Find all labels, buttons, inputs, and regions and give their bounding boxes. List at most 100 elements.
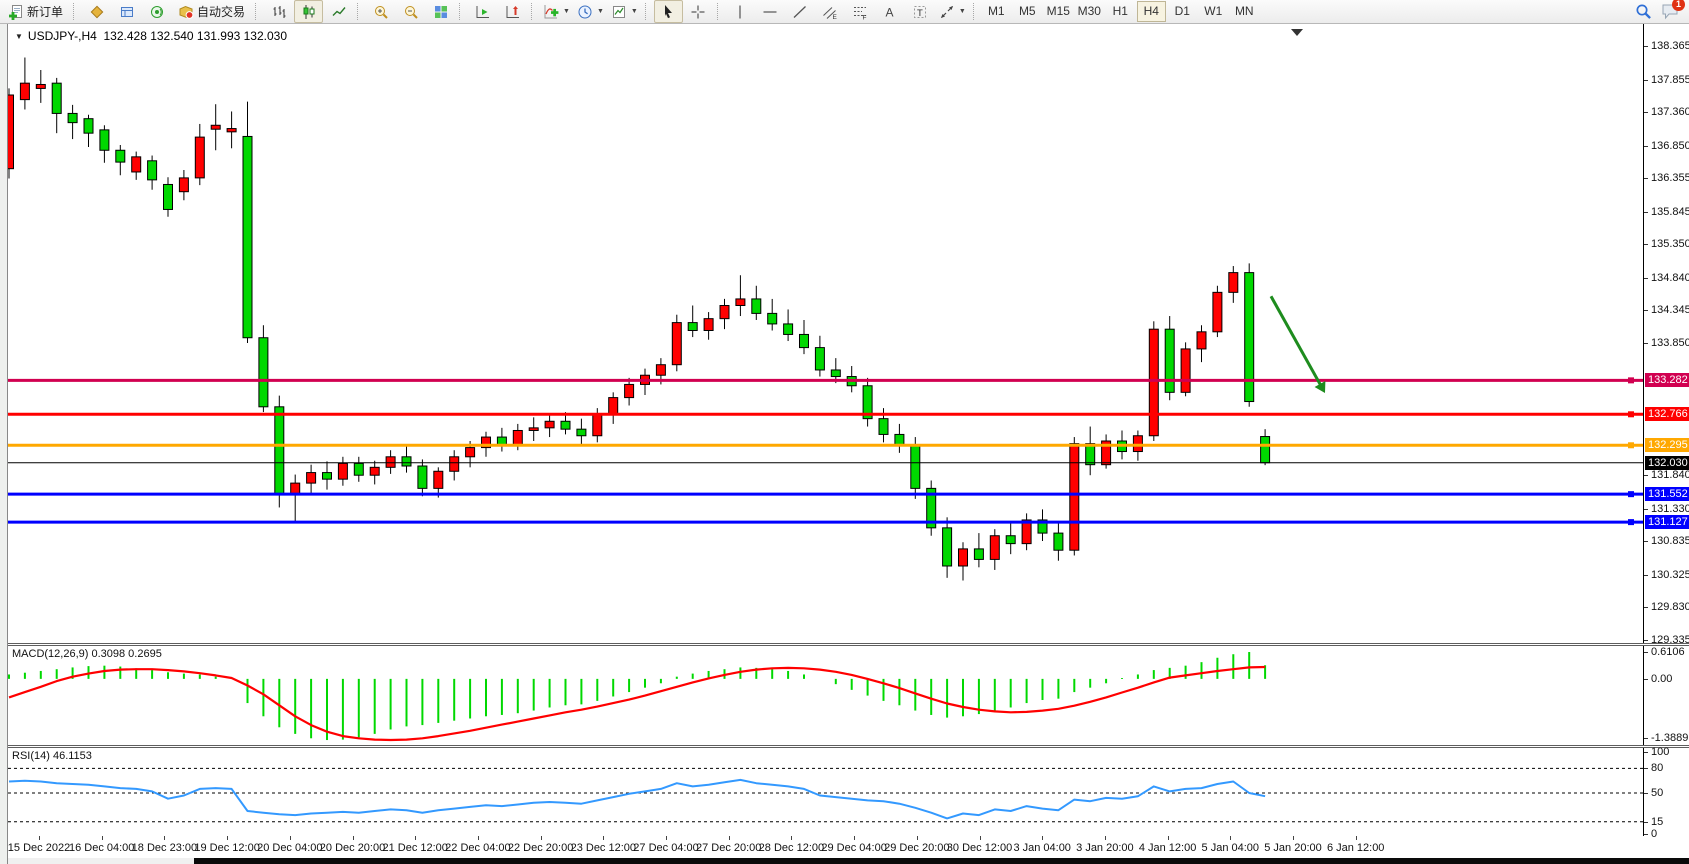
equidistant-channel-icon: E: [822, 4, 838, 20]
time-axis-tick-mark: [854, 836, 855, 840]
bull-candle: [195, 137, 204, 178]
bear-candle: [895, 434, 904, 445]
history-center-button[interactable]: [82, 0, 111, 23]
bull-candle: [736, 299, 745, 306]
zoom-out-button[interactable]: [396, 0, 425, 23]
search-icon[interactable]: [1635, 3, 1652, 20]
chart-shift-marker-icon[interactable]: [1291, 29, 1303, 36]
bear-candle: [100, 130, 109, 150]
bear-candle: [577, 429, 586, 436]
gold-gem-icon: [89, 4, 105, 20]
bear-candle: [688, 323, 697, 331]
bear-candle: [768, 313, 777, 324]
autotrading-button[interactable]: 自动交易: [172, 0, 251, 23]
tile-windows-icon: [433, 4, 449, 20]
auto-scroll-button[interactable]: [468, 0, 497, 23]
time-axis-label: 20 Dec 04:00: [257, 842, 322, 854]
trend-arrow-annotation[interactable]: [1271, 296, 1321, 386]
crosshair-tool-button[interactable]: [684, 0, 713, 23]
chart-title[interactable]: ▼USDJPY-,H4 132.428 132.540 131.993 132.…: [15, 29, 287, 43]
time-axis-label: 27 Dec 04:00: [633, 842, 698, 854]
new-order-button[interactable]: 新订单: [2, 0, 69, 23]
bar-chart-button[interactable]: [264, 0, 293, 23]
timeframe-button-m1[interactable]: M1: [982, 1, 1011, 22]
bear-candle: [561, 421, 570, 429]
line-chart-button[interactable]: [324, 0, 353, 23]
bull-candle: [1070, 444, 1079, 551]
trendline-icon: [792, 4, 808, 20]
bear-candle: [323, 473, 332, 480]
channel-tool-button[interactable]: E: [816, 0, 845, 23]
new-order-label: 新订单: [27, 3, 63, 20]
bull-candle: [20, 83, 29, 99]
bull-candle: [227, 129, 236, 132]
timeframe-button-d1[interactable]: D1: [1168, 1, 1197, 22]
bull-candle: [466, 448, 475, 457]
vertical-line-tool-button[interactable]: [726, 0, 755, 23]
bull-candle: [211, 125, 220, 129]
bull-candle: [990, 536, 999, 560]
time-axis-tick-mark: [791, 836, 792, 840]
bull-candle: [513, 430, 522, 444]
text-icon: A: [882, 4, 898, 20]
macd-plot[interactable]: [8, 646, 1644, 745]
zoom-in-button[interactable]: [366, 0, 395, 23]
time-axis-label: 23 Dec 12:00: [571, 842, 636, 854]
cursor-icon: [660, 4, 676, 20]
timeframe-button-mn[interactable]: MN: [1230, 1, 1259, 22]
text-label-tool-button[interactable]: T: [906, 0, 935, 23]
time-axis-label: 5 Jan 20:00: [1264, 842, 1322, 854]
green-signal-icon: [149, 4, 165, 20]
indicators-button[interactable]: ▼: [540, 0, 573, 23]
timeframe-button-m30[interactable]: M30: [1075, 1, 1104, 22]
autotrading-icon: [178, 4, 194, 20]
time-axis-label: 29 Dec 04:00: [821, 842, 886, 854]
time-axis-label: 19 Dec 12:00: [194, 842, 259, 854]
main-toolbar: 新订单 自动交易 ▼ ▼: [0, 0, 1689, 24]
arrows-tool-button[interactable]: ▼: [936, 0, 969, 23]
bull-candle: [1213, 292, 1222, 331]
horizontal-line-tool-button[interactable]: [756, 0, 785, 23]
bull-candle: [8, 95, 14, 169]
timeframe-button-h1[interactable]: H1: [1106, 1, 1135, 22]
signals-button[interactable]: [142, 0, 171, 23]
trendline-tool-button[interactable]: [786, 0, 815, 23]
main-chart-plot[interactable]: [8, 24, 1644, 643]
bear-candle: [275, 407, 284, 494]
bear-candle: [831, 370, 840, 377]
bear-candle: [1261, 437, 1270, 463]
bull-candle: [179, 178, 188, 192]
timeframe-button-m15[interactable]: M15: [1044, 1, 1073, 22]
bear-candle: [497, 437, 506, 445]
time-axis-tick-mark: [666, 836, 667, 840]
template-icon: [611, 4, 627, 20]
time-axis-tick-mark: [478, 836, 479, 840]
market-watch-button[interactable]: [112, 0, 141, 23]
timeframe-button-h4[interactable]: H4: [1137, 1, 1166, 22]
timeframe-button-w1[interactable]: W1: [1199, 1, 1228, 22]
bear-candle: [1054, 533, 1063, 550]
templates-button[interactable]: ▼: [608, 0, 641, 23]
time-axis-label: 18 Dec 23:00: [132, 842, 197, 854]
bull-candle: [338, 463, 347, 479]
timeframe-button-m5[interactable]: M5: [1013, 1, 1042, 22]
fibonacci-tool-button[interactable]: F: [846, 0, 875, 23]
time-axis-label: 15 Dec 2022: [8, 842, 70, 854]
time-axis-tick-mark: [164, 836, 165, 840]
window-bottom-edge: [8, 858, 1689, 864]
text-tool-button[interactable]: A: [876, 0, 905, 23]
dropdown-caret: ▼: [959, 8, 966, 15]
notification-badge: 1: [1672, 0, 1685, 11]
fibonacci-icon: F: [852, 4, 868, 20]
periods-button[interactable]: ▼: [574, 0, 607, 23]
chart-title-text: USDJPY-,H4 132.428 132.540 131.993 132.0…: [28, 29, 287, 43]
notifications-button[interactable]: 1: [1661, 3, 1681, 21]
bull-candle: [609, 398, 618, 415]
tile-windows-button[interactable]: [426, 0, 455, 23]
candlestick-chart-button[interactable]: [294, 0, 323, 23]
chart-shift-button[interactable]: [498, 0, 527, 23]
bull-candle: [132, 157, 141, 172]
cursor-tool-button[interactable]: [654, 0, 683, 23]
rsi-plot[interactable]: [8, 748, 1644, 836]
macd-signal-line: [9, 667, 1265, 740]
